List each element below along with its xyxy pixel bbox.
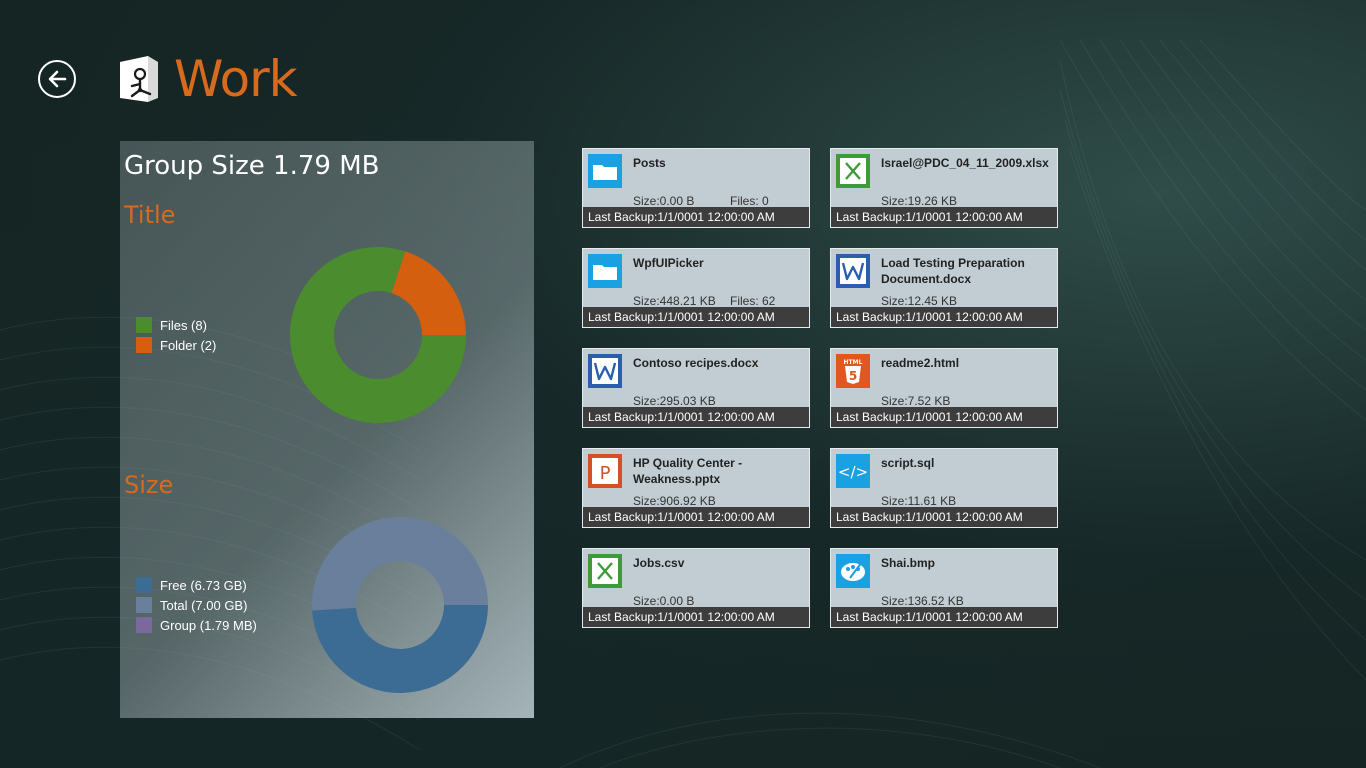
last-backup: Last Backup:1/1/0001 12:00:00 AM bbox=[583, 207, 809, 227]
folder-icon bbox=[588, 154, 622, 188]
file-size: Size:136.52 KB bbox=[881, 594, 964, 608]
code-icon: </> bbox=[836, 454, 870, 488]
file-name: Shai.bmp bbox=[881, 556, 936, 570]
group-size-label: Group Size 1.79 MB bbox=[124, 151, 380, 181]
size-donut-chart bbox=[312, 517, 488, 693]
last-backup: Last Backup:1/1/0001 12:00:00 AM bbox=[583, 407, 809, 427]
last-backup: Last Backup:1/1/0001 12:00:00 AM bbox=[831, 307, 1057, 327]
file-size: Size:19.26 KB bbox=[881, 194, 958, 208]
file-name: Israel@PDC_04_11_2009.xlsx bbox=[881, 156, 1049, 170]
donut-slice-1 bbox=[312, 517, 488, 611]
last-backup: Last Backup:1/1/0001 12:00:00 AM bbox=[583, 507, 809, 527]
legend-swatch bbox=[136, 577, 152, 593]
last-backup: Last Backup:1/1/0001 12:00:00 AM bbox=[583, 607, 809, 627]
file-name: Contoso recipes.docx bbox=[633, 356, 759, 370]
file-size: Size:0.00 B bbox=[633, 594, 695, 608]
donut-slice-1 bbox=[391, 251, 466, 335]
donut-slice-0 bbox=[312, 605, 488, 693]
file-tile[interactable]: </> script.sql Size:11.61 KB Last Backup:1/… bbox=[830, 448, 1058, 528]
excel-icon bbox=[836, 154, 870, 188]
last-backup: Last Backup:1/1/0001 12:00:00 AM bbox=[831, 507, 1057, 527]
title-chart-heading: Title bbox=[124, 201, 176, 229]
arrow-left-icon bbox=[48, 70, 67, 88]
legend-label: Group (1.79 MB) bbox=[160, 617, 257, 633]
file-name: HP Quality Center - Weakness.pptx bbox=[633, 456, 743, 486]
file-size: Size:295.03 KB bbox=[633, 394, 716, 408]
file-tile[interactable]: Shai.bmp Size:136.52 KB Last Backup:1/1/00… bbox=[830, 548, 1058, 628]
back-button[interactable] bbox=[38, 60, 76, 98]
file-tile[interactable]: P HP Quality Center - Weakness.pptx Size:9… bbox=[582, 448, 810, 528]
svg-text:5: 5 bbox=[849, 369, 857, 383]
legend-swatch bbox=[136, 597, 152, 613]
app-logo-icon bbox=[120, 56, 158, 102]
powerpoint-icon: P bbox=[588, 454, 622, 488]
last-backup: Last Backup:1/1/0001 12:00:00 AM bbox=[831, 607, 1057, 627]
legend-label: Total (7.00 GB) bbox=[160, 597, 248, 613]
file-size: Size:448.21 KB bbox=[633, 294, 716, 308]
title-donut-chart bbox=[290, 247, 466, 423]
html5-icon: HTML 5 bbox=[836, 354, 870, 388]
size-chart-legend: Free (6.73 GB) Total (7.00 GB) Group (1.… bbox=[136, 575, 257, 635]
file-count: Files: 62 bbox=[730, 294, 776, 308]
legend-label: Files (8) bbox=[160, 317, 207, 333]
svg-text:P: P bbox=[600, 463, 611, 484]
legend-item-group: Group (1.79 MB) bbox=[136, 615, 257, 635]
file-tile[interactable]: Contoso recipes.docx Size:295.03 KB Last B… bbox=[582, 348, 810, 428]
last-backup: Last Backup:1/1/0001 12:00:00 AM bbox=[583, 307, 809, 327]
file-tile[interactable]: Posts Size:0.00 B Files: 0 Last Backup:1/1/… bbox=[582, 148, 810, 228]
legend-label: Free (6.73 GB) bbox=[160, 577, 247, 593]
excel-icon bbox=[588, 554, 622, 588]
legend-label: Folder (2) bbox=[160, 337, 217, 353]
file-size: Size:7.52 KB bbox=[881, 394, 951, 408]
legend-swatch bbox=[136, 337, 152, 353]
file-tile[interactable]: Israel@PDC_04_11_2009.xlsx Size:19.26 KB L… bbox=[830, 148, 1058, 228]
legend-item-total: Total (7.00 GB) bbox=[136, 595, 257, 615]
group-summary-panel: Group Size 1.79 MB Title Files (8) Folde… bbox=[120, 141, 534, 718]
paint-icon bbox=[836, 554, 870, 588]
file-tile[interactable]: HTML 5 readme2.html Size:7.52 KB Last Backup… bbox=[830, 348, 1058, 428]
file-name: Load Testing Preparation Document.docx bbox=[881, 256, 1025, 286]
legend-swatch bbox=[136, 317, 152, 333]
folder-icon bbox=[588, 254, 622, 288]
word-icon bbox=[588, 354, 622, 388]
title-chart-legend: Files (8) Folder (2) bbox=[136, 315, 216, 355]
file-name: readme2.html bbox=[881, 356, 960, 370]
legend-item-folder: Folder (2) bbox=[136, 335, 216, 355]
legend-item-free: Free (6.73 GB) bbox=[136, 575, 257, 595]
file-size: Size:11.61 KB bbox=[881, 494, 957, 508]
file-tile[interactable]: Load Testing Preparation Document.docx Si… bbox=[830, 248, 1058, 328]
page-title: Work bbox=[174, 50, 298, 108]
size-chart-heading: Size bbox=[124, 471, 174, 499]
file-name: script.sql bbox=[881, 456, 935, 470]
last-backup: Last Backup:1/1/0001 12:00:00 AM bbox=[831, 407, 1057, 427]
file-name: WpfUIPicker bbox=[633, 256, 704, 270]
file-size: Size:0.00 B bbox=[633, 194, 695, 208]
file-tile[interactable]: Jobs.csv Size:0.00 B Last Backup:1/1/0001 … bbox=[582, 548, 810, 628]
file-size: Size:12.45 KB bbox=[881, 294, 958, 308]
last-backup: Last Backup:1/1/0001 12:00:00 AM bbox=[831, 207, 1057, 227]
file-name: Posts bbox=[633, 156, 666, 170]
svg-text:</>: </> bbox=[838, 463, 868, 481]
word-icon bbox=[836, 254, 870, 288]
file-size: Size:906.92 KB bbox=[633, 494, 716, 508]
file-count: Files: 0 bbox=[730, 194, 769, 208]
svg-text:HTML: HTML bbox=[844, 359, 863, 366]
file-name: Jobs.csv bbox=[633, 556, 685, 570]
file-tile[interactable]: WpfUIPicker Size:448.21 KB Files: 62 Last B… bbox=[582, 248, 810, 328]
legend-item-files: Files (8) bbox=[136, 315, 216, 335]
legend-swatch bbox=[136, 617, 152, 633]
